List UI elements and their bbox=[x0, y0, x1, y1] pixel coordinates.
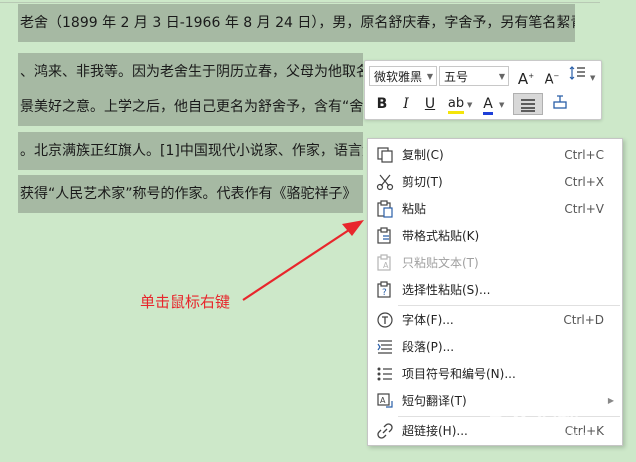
shrink-font-button[interactable]: A− bbox=[541, 65, 563, 87]
italic-button[interactable]: I bbox=[395, 93, 417, 115]
menu-item-label: 项目符号和编号(N)... bbox=[402, 367, 516, 381]
selected-text-line[interactable]: 景美好之意。上学之后，他自己更名为舒舍予，含有“舍 bbox=[18, 88, 363, 126]
selected-text-line[interactable]: 老舍（1899 年 2 月 3 日-1966 年 8 月 24 日），男，原名舒… bbox=[18, 4, 575, 42]
paragraph-icon bbox=[377, 340, 392, 354]
bold-button[interactable]: B bbox=[371, 93, 393, 115]
menu-item-label: 粘贴 bbox=[402, 202, 427, 216]
align-justify-icon bbox=[521, 99, 535, 112]
svg-text:A: A bbox=[380, 396, 386, 405]
copy-icon bbox=[377, 147, 393, 163]
paste-icon bbox=[377, 200, 393, 218]
menu-item-paste[interactable]: 粘贴 Ctrl+V bbox=[368, 196, 622, 222]
font-size-value: 五号 bbox=[444, 70, 469, 84]
selected-text-line[interactable]: 、鸿来、非我等。因为老舍生于阴历立春，父母为他取名 bbox=[18, 53, 363, 91]
menu-item-shortcut: Ctrl+V bbox=[564, 202, 604, 216]
chevron-down-icon[interactable]: ▼ bbox=[590, 74, 595, 82]
menu-item-label: 选择性粘贴(S)... bbox=[402, 283, 491, 297]
mini-format-toolbar: 微软雅黑 ▼ 五号 ▼ A+ A− ▼ B I U ab ▼ A ▼ bbox=[364, 60, 602, 120]
menu-item-bullets-numbering[interactable]: 项目符号和编号(N)... bbox=[368, 361, 622, 387]
menu-item-label: 只粘贴文本(T) bbox=[402, 256, 479, 270]
menu-item-paste-text-only[interactable]: A 只粘贴文本(T) bbox=[368, 250, 622, 276]
underline-button[interactable]: U bbox=[419, 93, 441, 115]
baidu-watermark: Bai 经验 bbox=[488, 406, 579, 431]
line-spacing-icon bbox=[569, 66, 585, 80]
menu-item-label: 字体(F)... bbox=[402, 313, 454, 327]
svg-text:?: ? bbox=[382, 288, 387, 298]
menu-item-label: 带格式粘贴(K) bbox=[402, 229, 480, 243]
grow-font-button[interactable]: A+ bbox=[515, 65, 537, 88]
baidu-watermark-url: jingyan.baidu.com bbox=[494, 430, 587, 441]
menu-item-label: 段落(P)... bbox=[402, 340, 455, 354]
font-color-label: A bbox=[483, 96, 493, 115]
translate-icon: A bbox=[377, 393, 393, 408]
menu-item-label: 复制(C) bbox=[402, 148, 444, 162]
menu-item-label: 短句翻译(T) bbox=[402, 394, 467, 408]
submenu-arrow-icon: ▶ bbox=[607, 396, 614, 405]
menu-item-copy[interactable]: 复制(C) Ctrl+C bbox=[368, 142, 622, 168]
format-painter-icon bbox=[553, 95, 567, 109]
font-icon bbox=[377, 312, 393, 328]
line-spacing-button[interactable] bbox=[567, 65, 589, 87]
page-top-rule bbox=[0, 2, 600, 3]
bullets-icon bbox=[377, 367, 392, 381]
menu-item-paste-format[interactable]: 带格式粘贴(K) bbox=[368, 223, 622, 249]
annotation-label: 单击鼠标右键 bbox=[140, 293, 231, 311]
menu-item-label: 超链接(H)... bbox=[402, 424, 468, 438]
font-name-value: 微软雅黑 bbox=[374, 70, 423, 84]
menu-item-font[interactable]: 字体(F)... Ctrl+D bbox=[368, 307, 622, 333]
font-color-button[interactable]: A bbox=[477, 93, 499, 115]
chevron-down-icon: ▼ bbox=[498, 72, 505, 81]
highlight-label: ab bbox=[447, 96, 465, 114]
format-painter-button[interactable] bbox=[549, 93, 571, 115]
svg-text:A: A bbox=[383, 261, 389, 270]
paste-format-icon bbox=[377, 227, 391, 244]
font-size-select[interactable]: 五号 ▼ bbox=[439, 66, 509, 86]
menu-item-label: 剪切(T) bbox=[402, 175, 443, 189]
align-button[interactable] bbox=[513, 93, 543, 115]
menu-separator bbox=[398, 305, 620, 306]
paste-special-icon: ? bbox=[377, 281, 391, 298]
chevron-down-icon[interactable]: ▼ bbox=[467, 101, 472, 109]
selected-text-line[interactable]: 。北京满族正红旗人。[1]中国现代小说家、作家，语言大 bbox=[18, 132, 363, 170]
menu-item-shortcut: Ctrl+D bbox=[563, 313, 604, 327]
menu-item-shortcut: Ctrl+C bbox=[564, 148, 604, 162]
shrink-font-label: A bbox=[544, 72, 554, 88]
menu-item-paragraph[interactable]: 段落(P)... bbox=[368, 334, 622, 360]
menu-item-cut[interactable]: 剪切(T) Ctrl+X bbox=[368, 169, 622, 195]
selected-text-line[interactable]: 获得“人民艺术家”称号的作家。代表作有《骆驼祥子》 bbox=[18, 175, 363, 213]
chevron-down-icon[interactable]: ▼ bbox=[499, 101, 504, 109]
menu-item-paste-special[interactable]: ? 选择性粘贴(S)... bbox=[368, 277, 622, 303]
menu-item-shortcut: Ctrl+X bbox=[564, 175, 604, 189]
highlight-button[interactable]: ab bbox=[445, 93, 467, 115]
paste-text-icon: A bbox=[377, 254, 391, 271]
scissors-icon bbox=[376, 174, 394, 191]
font-name-select[interactable]: 微软雅黑 ▼ bbox=[369, 66, 437, 86]
chevron-down-icon: ▼ bbox=[426, 72, 433, 81]
hyperlink-icon bbox=[377, 423, 393, 439]
grow-font-label: A bbox=[517, 70, 529, 88]
